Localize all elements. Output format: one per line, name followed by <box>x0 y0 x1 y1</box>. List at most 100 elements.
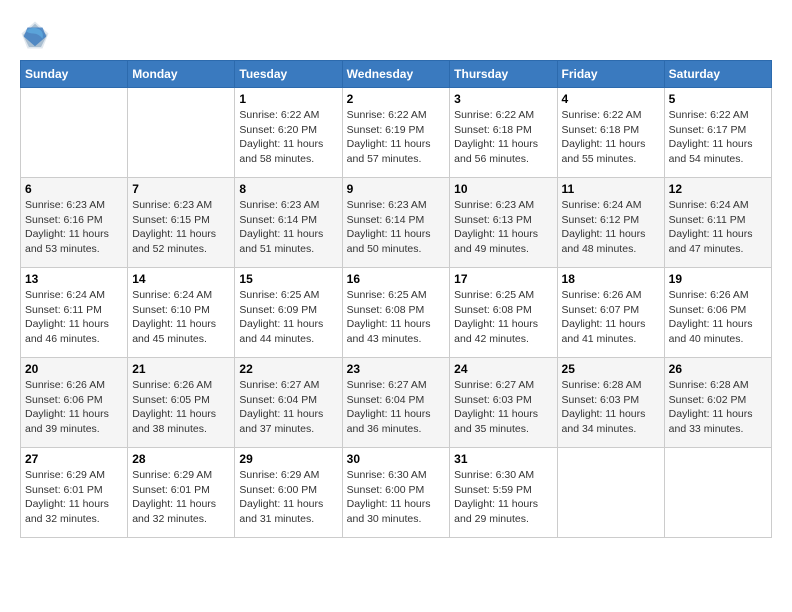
calendar-cell: 27 Sunrise: 6:29 AM Sunset: 6:01 PM Dayli… <box>21 448 128 538</box>
weekday-header: Monday <box>128 61 235 88</box>
cell-info: Sunrise: 6:25 AM Sunset: 6:09 PM Dayligh… <box>239 288 337 347</box>
cell-info: Sunrise: 6:23 AM Sunset: 6:14 PM Dayligh… <box>347 198 446 257</box>
cell-info: Sunrise: 6:29 AM Sunset: 6:01 PM Dayligh… <box>25 468 123 527</box>
day-number: 23 <box>347 362 446 376</box>
calendar-cell: 2 Sunrise: 6:22 AM Sunset: 6:19 PM Daylig… <box>342 88 450 178</box>
calendar-cell <box>557 448 664 538</box>
calendar-cell: 25 Sunrise: 6:28 AM Sunset: 6:03 PM Dayli… <box>557 358 664 448</box>
calendar-cell: 3 Sunrise: 6:22 AM Sunset: 6:18 PM Daylig… <box>450 88 557 178</box>
weekday-header: Wednesday <box>342 61 450 88</box>
cell-info: Sunrise: 6:22 AM Sunset: 6:18 PM Dayligh… <box>454 108 552 167</box>
calendar-header: SundayMondayTuesdayWednesdayThursdayFrid… <box>21 61 772 88</box>
day-number: 19 <box>669 272 767 286</box>
day-number: 10 <box>454 182 552 196</box>
calendar-cell: 28Sunrise: 6:29 AM Sunset: 6:01 PM Dayli… <box>128 448 235 538</box>
weekday-header: Sunday <box>21 61 128 88</box>
cell-info: Sunrise: 6:24 AM Sunset: 6:11 PM Dayligh… <box>25 288 123 347</box>
calendar-cell: 17 Sunrise: 6:25 AM Sunset: 6:08 PM Dayli… <box>450 268 557 358</box>
page-header <box>20 20 772 50</box>
logo <box>20 20 54 50</box>
calendar-cell: 14 Sunrise: 6:24 AM Sunset: 6:10 PM Dayli… <box>128 268 235 358</box>
cell-info: Sunrise: 6:26 AM Sunset: 6:07 PM Dayligh… <box>562 288 660 347</box>
calendar-week-row: 27 Sunrise: 6:29 AM Sunset: 6:01 PM Dayli… <box>21 448 772 538</box>
day-number: 26 <box>669 362 767 376</box>
cell-info: Sunrise: 6:26 AM Sunset: 6:05 PM Dayligh… <box>132 378 230 437</box>
day-number: 3 <box>454 92 552 106</box>
calendar-body: 1Sunrise: 6:22 AM Sunset: 6:20 PM Daylig… <box>21 88 772 538</box>
cell-info: Sunrise: 6:27 AM Sunset: 6:04 PM Dayligh… <box>347 378 446 437</box>
day-number: 12 <box>669 182 767 196</box>
cell-info: Sunrise: 6:23 AM Sunset: 6:15 PM Dayligh… <box>132 198 230 257</box>
calendar-cell: 26 Sunrise: 6:28 AM Sunset: 6:02 PM Dayli… <box>664 358 771 448</box>
weekday-header: Friday <box>557 61 664 88</box>
day-number: 17 <box>454 272 552 286</box>
cell-info: Sunrise: 6:29 AM Sunset: 6:00 PM Dayligh… <box>239 468 337 527</box>
day-number: 16 <box>347 272 446 286</box>
cell-info: Sunrise: 6:22 AM Sunset: 6:20 PM Dayligh… <box>239 108 337 167</box>
day-number: 24 <box>454 362 552 376</box>
cell-info: Sunrise: 6:26 AM Sunset: 6:06 PM Dayligh… <box>25 378 123 437</box>
day-number: 20 <box>25 362 123 376</box>
calendar-cell: 20 Sunrise: 6:26 AM Sunset: 6:06 PM Dayli… <box>21 358 128 448</box>
weekday-row: SundayMondayTuesdayWednesdayThursdayFrid… <box>21 61 772 88</box>
calendar-cell: 13 Sunrise: 6:24 AM Sunset: 6:11 PM Dayli… <box>21 268 128 358</box>
day-number: 11 <box>562 182 660 196</box>
day-number: 18 <box>562 272 660 286</box>
cell-info: Sunrise: 6:22 AM Sunset: 6:18 PM Dayligh… <box>562 108 660 167</box>
calendar-cell: 6 Sunrise: 6:23 AM Sunset: 6:16 PM Daylig… <box>21 178 128 268</box>
calendar-cell: 31Sunrise: 6:30 AM Sunset: 5:59 PM Dayli… <box>450 448 557 538</box>
day-number: 29 <box>239 452 337 466</box>
day-number: 2 <box>347 92 446 106</box>
calendar-week-row: 6 Sunrise: 6:23 AM Sunset: 6:16 PM Daylig… <box>21 178 772 268</box>
cell-info: Sunrise: 6:27 AM Sunset: 6:03 PM Dayligh… <box>454 378 552 437</box>
calendar-week-row: 20 Sunrise: 6:26 AM Sunset: 6:06 PM Dayli… <box>21 358 772 448</box>
day-number: 8 <box>239 182 337 196</box>
calendar-cell: 4Sunrise: 6:22 AM Sunset: 6:18 PM Daylig… <box>557 88 664 178</box>
cell-info: Sunrise: 6:26 AM Sunset: 6:06 PM Dayligh… <box>669 288 767 347</box>
calendar-cell: 29 Sunrise: 6:29 AM Sunset: 6:00 PM Dayli… <box>235 448 342 538</box>
calendar-cell: 8 Sunrise: 6:23 AM Sunset: 6:14 PM Daylig… <box>235 178 342 268</box>
calendar-cell: 19 Sunrise: 6:26 AM Sunset: 6:06 PM Dayli… <box>664 268 771 358</box>
calendar-cell <box>21 88 128 178</box>
day-number: 15 <box>239 272 337 286</box>
weekday-header: Thursday <box>450 61 557 88</box>
calendar-cell: 7Sunrise: 6:23 AM Sunset: 6:15 PM Daylig… <box>128 178 235 268</box>
day-number: 5 <box>669 92 767 106</box>
calendar-cell: 9Sunrise: 6:23 AM Sunset: 6:14 PM Daylig… <box>342 178 450 268</box>
day-number: 27 <box>25 452 123 466</box>
cell-info: Sunrise: 6:25 AM Sunset: 6:08 PM Dayligh… <box>454 288 552 347</box>
day-number: 6 <box>25 182 123 196</box>
day-number: 14 <box>132 272 230 286</box>
cell-info: Sunrise: 6:23 AM Sunset: 6:14 PM Dayligh… <box>239 198 337 257</box>
cell-info: Sunrise: 6:22 AM Sunset: 6:17 PM Dayligh… <box>669 108 767 167</box>
day-number: 21 <box>132 362 230 376</box>
calendar-cell <box>664 448 771 538</box>
cell-info: Sunrise: 6:23 AM Sunset: 6:16 PM Dayligh… <box>25 198 123 257</box>
cell-info: Sunrise: 6:22 AM Sunset: 6:19 PM Dayligh… <box>347 108 446 167</box>
cell-info: Sunrise: 6:25 AM Sunset: 6:08 PM Dayligh… <box>347 288 446 347</box>
calendar-cell: 10Sunrise: 6:23 AM Sunset: 6:13 PM Dayli… <box>450 178 557 268</box>
day-number: 13 <box>25 272 123 286</box>
day-number: 25 <box>562 362 660 376</box>
calendar-cell: 18 Sunrise: 6:26 AM Sunset: 6:07 PM Dayli… <box>557 268 664 358</box>
calendar-cell: 15 Sunrise: 6:25 AM Sunset: 6:09 PM Dayli… <box>235 268 342 358</box>
calendar-cell: 5 Sunrise: 6:22 AM Sunset: 6:17 PM Daylig… <box>664 88 771 178</box>
cell-info: Sunrise: 6:24 AM Sunset: 6:11 PM Dayligh… <box>669 198 767 257</box>
calendar-cell: 16 Sunrise: 6:25 AM Sunset: 6:08 PM Dayli… <box>342 268 450 358</box>
calendar-cell <box>128 88 235 178</box>
calendar-cell: 12 Sunrise: 6:24 AM Sunset: 6:11 PM Dayli… <box>664 178 771 268</box>
cell-info: Sunrise: 6:24 AM Sunset: 6:10 PM Dayligh… <box>132 288 230 347</box>
calendar-week-row: 13 Sunrise: 6:24 AM Sunset: 6:11 PM Dayli… <box>21 268 772 358</box>
day-number: 28 <box>132 452 230 466</box>
calendar-cell: 30Sunrise: 6:30 AM Sunset: 6:00 PM Dayli… <box>342 448 450 538</box>
cell-info: Sunrise: 6:28 AM Sunset: 6:03 PM Dayligh… <box>562 378 660 437</box>
calendar-cell: 1Sunrise: 6:22 AM Sunset: 6:20 PM Daylig… <box>235 88 342 178</box>
weekday-header: Tuesday <box>235 61 342 88</box>
day-number: 31 <box>454 452 552 466</box>
calendar-week-row: 1Sunrise: 6:22 AM Sunset: 6:20 PM Daylig… <box>21 88 772 178</box>
cell-info: Sunrise: 6:24 AM Sunset: 6:12 PM Dayligh… <box>562 198 660 257</box>
cell-info: Sunrise: 6:27 AM Sunset: 6:04 PM Dayligh… <box>239 378 337 437</box>
cell-info: Sunrise: 6:28 AM Sunset: 6:02 PM Dayligh… <box>669 378 767 437</box>
calendar-cell: 23 Sunrise: 6:27 AM Sunset: 6:04 PM Dayli… <box>342 358 450 448</box>
calendar-table: SundayMondayTuesdayWednesdayThursdayFrid… <box>20 60 772 538</box>
